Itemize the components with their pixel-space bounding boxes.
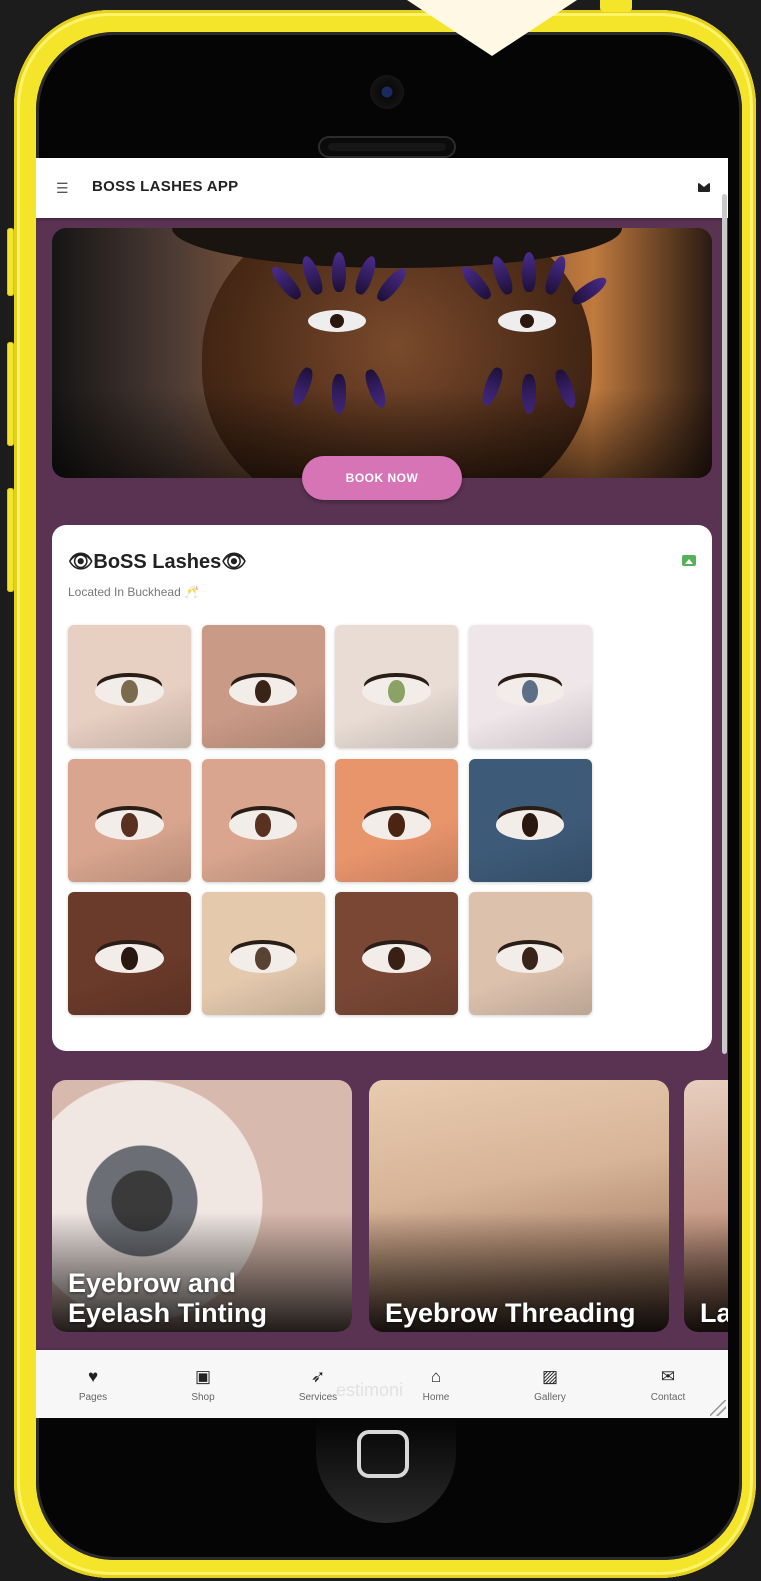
earpiece-speaker xyxy=(318,136,456,158)
rocket-icon: ➶ xyxy=(310,1367,326,1386)
side-button-mute xyxy=(7,228,14,296)
gallery-card: 👁BoSS Lashes👁 Located In Buckhead 🥂 xyxy=(52,525,712,1051)
gallery-thumbnail[interactable] xyxy=(201,625,325,748)
eye-image xyxy=(495,943,565,974)
gallery-title: 👁BoSS Lashes👁 xyxy=(68,551,247,573)
app-screen: ☰ BOSS LASHES APP BOOK NOW 👁BoSS Lashes👁… xyxy=(36,158,728,1418)
tab-label: Gallery xyxy=(534,1392,566,1403)
app-header: ☰ BOSS LASHES APP xyxy=(36,158,728,218)
eye-image xyxy=(362,943,431,974)
tab-services[interactable]: ➶ Services xyxy=(268,1366,368,1403)
side-button-volume-up xyxy=(7,342,14,446)
eye-image xyxy=(228,943,298,974)
eye-image xyxy=(228,810,298,840)
eye-image xyxy=(95,810,164,840)
power-button xyxy=(600,0,632,12)
gallery-thumbnail[interactable] xyxy=(201,758,325,882)
eye-image xyxy=(495,810,565,840)
gallery-thumbnail[interactable] xyxy=(335,892,458,1015)
tab-contact[interactable]: ✉ Contact xyxy=(618,1366,718,1403)
tab-label: Services xyxy=(298,1392,338,1403)
home-button[interactable] xyxy=(357,1430,409,1478)
eye-image xyxy=(362,810,431,840)
service-label: La xyxy=(700,1298,728,1328)
book-now-button[interactable]: BOOK NOW xyxy=(302,456,462,500)
front-camera xyxy=(372,77,402,107)
gallery-thumbnail[interactable] xyxy=(335,625,458,748)
tab-label: Contact xyxy=(650,1392,686,1403)
scrollbar[interactable] xyxy=(722,194,727,1054)
tab-shop[interactable]: ▣ Shop xyxy=(153,1366,253,1403)
eye-image xyxy=(495,676,565,707)
resize-handle[interactable] xyxy=(710,1400,726,1416)
gallery-thumbnail[interactable] xyxy=(68,892,191,1015)
eye-image xyxy=(228,676,298,707)
top-arrow-decoration xyxy=(407,0,577,56)
service-card-lashes[interactable]: La xyxy=(684,1080,728,1332)
gallery-subtitle: Located In Buckhead 🥂 xyxy=(68,585,200,599)
envelope-icon: ✉ xyxy=(660,1367,676,1386)
gallery-thumbnail[interactable] xyxy=(468,892,592,1015)
gallery-thumbnail[interactable] xyxy=(335,758,458,882)
bottom-tab-bar: estimoni ♥ Pages ▣ Shop ➶ Services ⌂ Hom… xyxy=(36,1350,728,1418)
left-feather-lashes xyxy=(252,252,422,414)
tab-home[interactable]: ⌂ Home xyxy=(386,1366,486,1403)
hero-banner xyxy=(52,228,712,478)
gallery-thumbnail[interactable] xyxy=(68,625,191,748)
envelope-icon[interactable] xyxy=(698,183,710,192)
app-title: BOSS LASHES APP xyxy=(92,178,239,195)
service-card-tinting[interactable]: Eyebrow and Eyelash Tinting xyxy=(52,1080,352,1332)
right-feather-lashes xyxy=(442,252,612,414)
services-carousel[interactable]: Eyebrow and Eyelash Tinting Eyebrow Thre… xyxy=(52,1080,728,1332)
shopping-bag-icon: ▣ xyxy=(194,1367,212,1386)
eye-image xyxy=(95,676,164,707)
tab-label: Shop xyxy=(191,1392,215,1403)
side-button-volume-down xyxy=(7,488,14,592)
eye-image xyxy=(362,676,431,707)
image-icon: ▨ xyxy=(541,1367,559,1386)
hamburger-icon[interactable]: ☰ xyxy=(56,180,69,197)
gallery-thumbnail[interactable] xyxy=(468,625,592,748)
eye-image xyxy=(95,943,164,974)
gallery-thumbnail[interactable] xyxy=(201,892,325,1015)
tab-gallery[interactable]: ▨ Gallery xyxy=(500,1366,600,1403)
tab-label: Home xyxy=(422,1392,450,1403)
service-label: Eyebrow Threading xyxy=(385,1298,636,1328)
home-icon: ⌂ xyxy=(430,1367,442,1386)
image-icon[interactable] xyxy=(682,555,696,566)
tab-pages[interactable]: ♥ Pages xyxy=(43,1366,143,1403)
gallery-thumbnail[interactable] xyxy=(68,758,191,882)
service-card-threading[interactable]: Eyebrow Threading xyxy=(369,1080,669,1332)
gallery-thumbnail[interactable] xyxy=(468,758,592,882)
service-label: Eyebrow and Eyelash Tinting xyxy=(68,1268,268,1328)
heart-icon: ♥ xyxy=(87,1367,99,1386)
tab-label: Pages xyxy=(78,1392,108,1403)
